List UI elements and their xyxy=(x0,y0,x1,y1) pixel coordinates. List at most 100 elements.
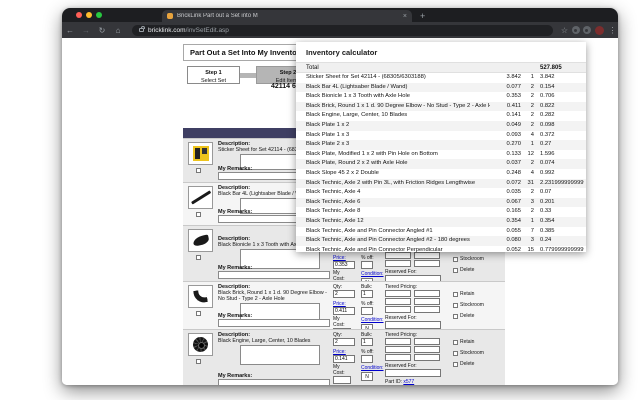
qty-input[interactable] xyxy=(333,290,355,298)
select-item-checkbox[interactable] xyxy=(196,212,201,217)
extension-icon-2[interactable] xyxy=(583,26,591,34)
calc-line-total: 1.596 xyxy=(540,150,584,160)
tiered-qty-input-2[interactable] xyxy=(385,346,411,353)
step-1-select-set[interactable]: Step 1 Select Set xyxy=(187,66,240,84)
part-image[interactable] xyxy=(188,142,213,165)
delete-label: Delete xyxy=(460,267,474,273)
back-icon[interactable]: ← xyxy=(62,26,78,35)
reserved-for-input[interactable] xyxy=(385,369,441,377)
delete-checkbox[interactable] xyxy=(453,362,458,367)
my-cost-input[interactable] xyxy=(333,376,351,384)
tiered-price-input-3[interactable] xyxy=(414,260,440,267)
condition-link[interactable]: Condition: xyxy=(361,365,384,371)
tiered-qty-input-2[interactable] xyxy=(385,298,411,305)
pct-off-input[interactable] xyxy=(361,307,373,315)
home-icon[interactable]: ⌂ xyxy=(110,26,126,35)
price-input[interactable] xyxy=(333,355,355,363)
calc-line-total: 0.154 xyxy=(540,83,584,93)
qty-input[interactable] xyxy=(333,338,355,346)
condition-select[interactable]: N xyxy=(361,372,373,381)
delete-checkbox[interactable] xyxy=(453,268,458,273)
maximize-window-button[interactable] xyxy=(96,12,102,18)
remarks-input[interactable] xyxy=(218,319,330,327)
pct-off-input[interactable] xyxy=(361,355,373,363)
calc-unit-price: 0.067 xyxy=(491,198,521,208)
calc-part-name: Black Technic, Axle 8 xyxy=(306,207,490,217)
select-item-checkbox[interactable] xyxy=(196,359,201,364)
bulk-input[interactable] xyxy=(361,290,373,298)
calc-unit-price: 3.842 xyxy=(491,73,521,83)
select-item-checkbox[interactable] xyxy=(196,255,201,260)
calc-part-name: Black Slope 45 2 x 2 Double xyxy=(306,169,490,179)
calc-part-name: Black Plate 1 x 3 xyxy=(306,131,490,141)
tiered-price-input-2[interactable] xyxy=(414,252,440,259)
delete-checkbox[interactable] xyxy=(453,314,458,319)
calc-line-total: 3.842 xyxy=(540,73,584,83)
reload-icon[interactable]: ↻ xyxy=(94,26,110,35)
tiered-price-input-1[interactable] xyxy=(414,338,440,345)
select-item-checkbox[interactable] xyxy=(196,311,201,316)
forward-icon[interactable]: → xyxy=(78,26,94,35)
calc-unit-price: 0.165 xyxy=(491,207,521,217)
retain-checkbox[interactable] xyxy=(453,340,458,345)
remarks-input[interactable] xyxy=(218,379,330,385)
stockroom-label: Stockroom xyxy=(460,256,484,262)
condition-link[interactable]: Condition: xyxy=(361,271,384,277)
remarks-input[interactable] xyxy=(218,271,330,279)
tab-close-icon[interactable]: × xyxy=(403,13,407,20)
profile-avatar[interactable] xyxy=(595,26,604,35)
part-image[interactable] xyxy=(188,229,213,252)
tiered-qty-input-1[interactable] xyxy=(385,290,411,297)
tiered-qty-input-1[interactable] xyxy=(385,338,411,345)
calc-line-total: 0.282 xyxy=(540,111,584,121)
tiered-qty-input-2[interactable] xyxy=(385,252,411,259)
browser-tab[interactable]: BrickLink Part out a Set into M × xyxy=(162,10,412,22)
calc-line-total: 0.7799999999999999 xyxy=(540,246,584,252)
select-item-checkbox[interactable] xyxy=(196,168,201,173)
calc-line-total: 0.07 xyxy=(540,188,584,198)
tiered-price-input-2[interactable] xyxy=(414,298,440,305)
sticker-sheet-icon xyxy=(193,146,209,161)
stockroom-checkbox[interactable] xyxy=(453,257,458,262)
calculator-row: Black Technic, Axle and Pin Connector An… xyxy=(296,227,586,237)
pct-off-input[interactable] xyxy=(361,261,373,269)
new-tab-button[interactable]: + xyxy=(420,10,425,22)
price-input[interactable] xyxy=(333,261,355,269)
menu-kebab-icon[interactable]: ⋮ xyxy=(607,26,618,35)
bulk-input[interactable] xyxy=(361,338,373,346)
tiered-price-input-1[interactable] xyxy=(414,290,440,297)
address-bar[interactable]: bricklink.com /invSetEdit.asp xyxy=(132,25,553,36)
description-textarea[interactable] xyxy=(240,345,320,365)
tiered-price-input-2[interactable] xyxy=(414,346,440,353)
calc-part-name: Black Technic, Axle 4 xyxy=(306,188,490,198)
part-id-link[interactable]: x577 xyxy=(403,379,414,385)
retain-option: Retain xyxy=(453,339,474,345)
calc-quantity: 2 xyxy=(521,102,534,112)
tiered-price-input-3[interactable] xyxy=(414,354,440,361)
tiered-qty-input-3[interactable] xyxy=(385,354,411,361)
part-image[interactable] xyxy=(188,186,213,209)
calculator-row: Black Technic, Axle and Pin Connector An… xyxy=(296,236,586,246)
calc-unit-price: 0.093 xyxy=(491,131,521,141)
minimize-window-button[interactable] xyxy=(86,12,92,18)
calc-line-total: 0.822 xyxy=(540,102,584,112)
close-window-button[interactable] xyxy=(76,12,82,18)
bookmark-star-icon[interactable]: ☆ xyxy=(559,26,570,35)
tiered-qty-input-3[interactable] xyxy=(385,306,411,313)
description-text: Black Engine, Large, Center, 10 Blades xyxy=(218,338,330,344)
tiered-qty-input-3[interactable] xyxy=(385,260,411,267)
calc-part-name: Black Brick, Round 1 x 1 d. 90 Degree El… xyxy=(306,102,490,112)
part-image[interactable] xyxy=(188,285,213,308)
part-image[interactable] xyxy=(188,333,213,356)
engine-icon xyxy=(193,337,208,352)
stockroom-checkbox[interactable] xyxy=(453,303,458,308)
stockroom-checkbox[interactable] xyxy=(453,351,458,356)
extension-icon[interactable] xyxy=(572,26,580,34)
item-description-cell: Description: Black Engine, Large, Center… xyxy=(218,332,330,365)
calculator-row: Black Plate 1 x 2 0.049 2 0.098 xyxy=(296,121,586,131)
tiered-price-input-3[interactable] xyxy=(414,306,440,313)
retain-checkbox[interactable] xyxy=(453,292,458,297)
price-input[interactable] xyxy=(333,307,355,315)
reserved-for-input[interactable] xyxy=(385,321,441,329)
condition-link[interactable]: Condition: xyxy=(361,317,384,323)
